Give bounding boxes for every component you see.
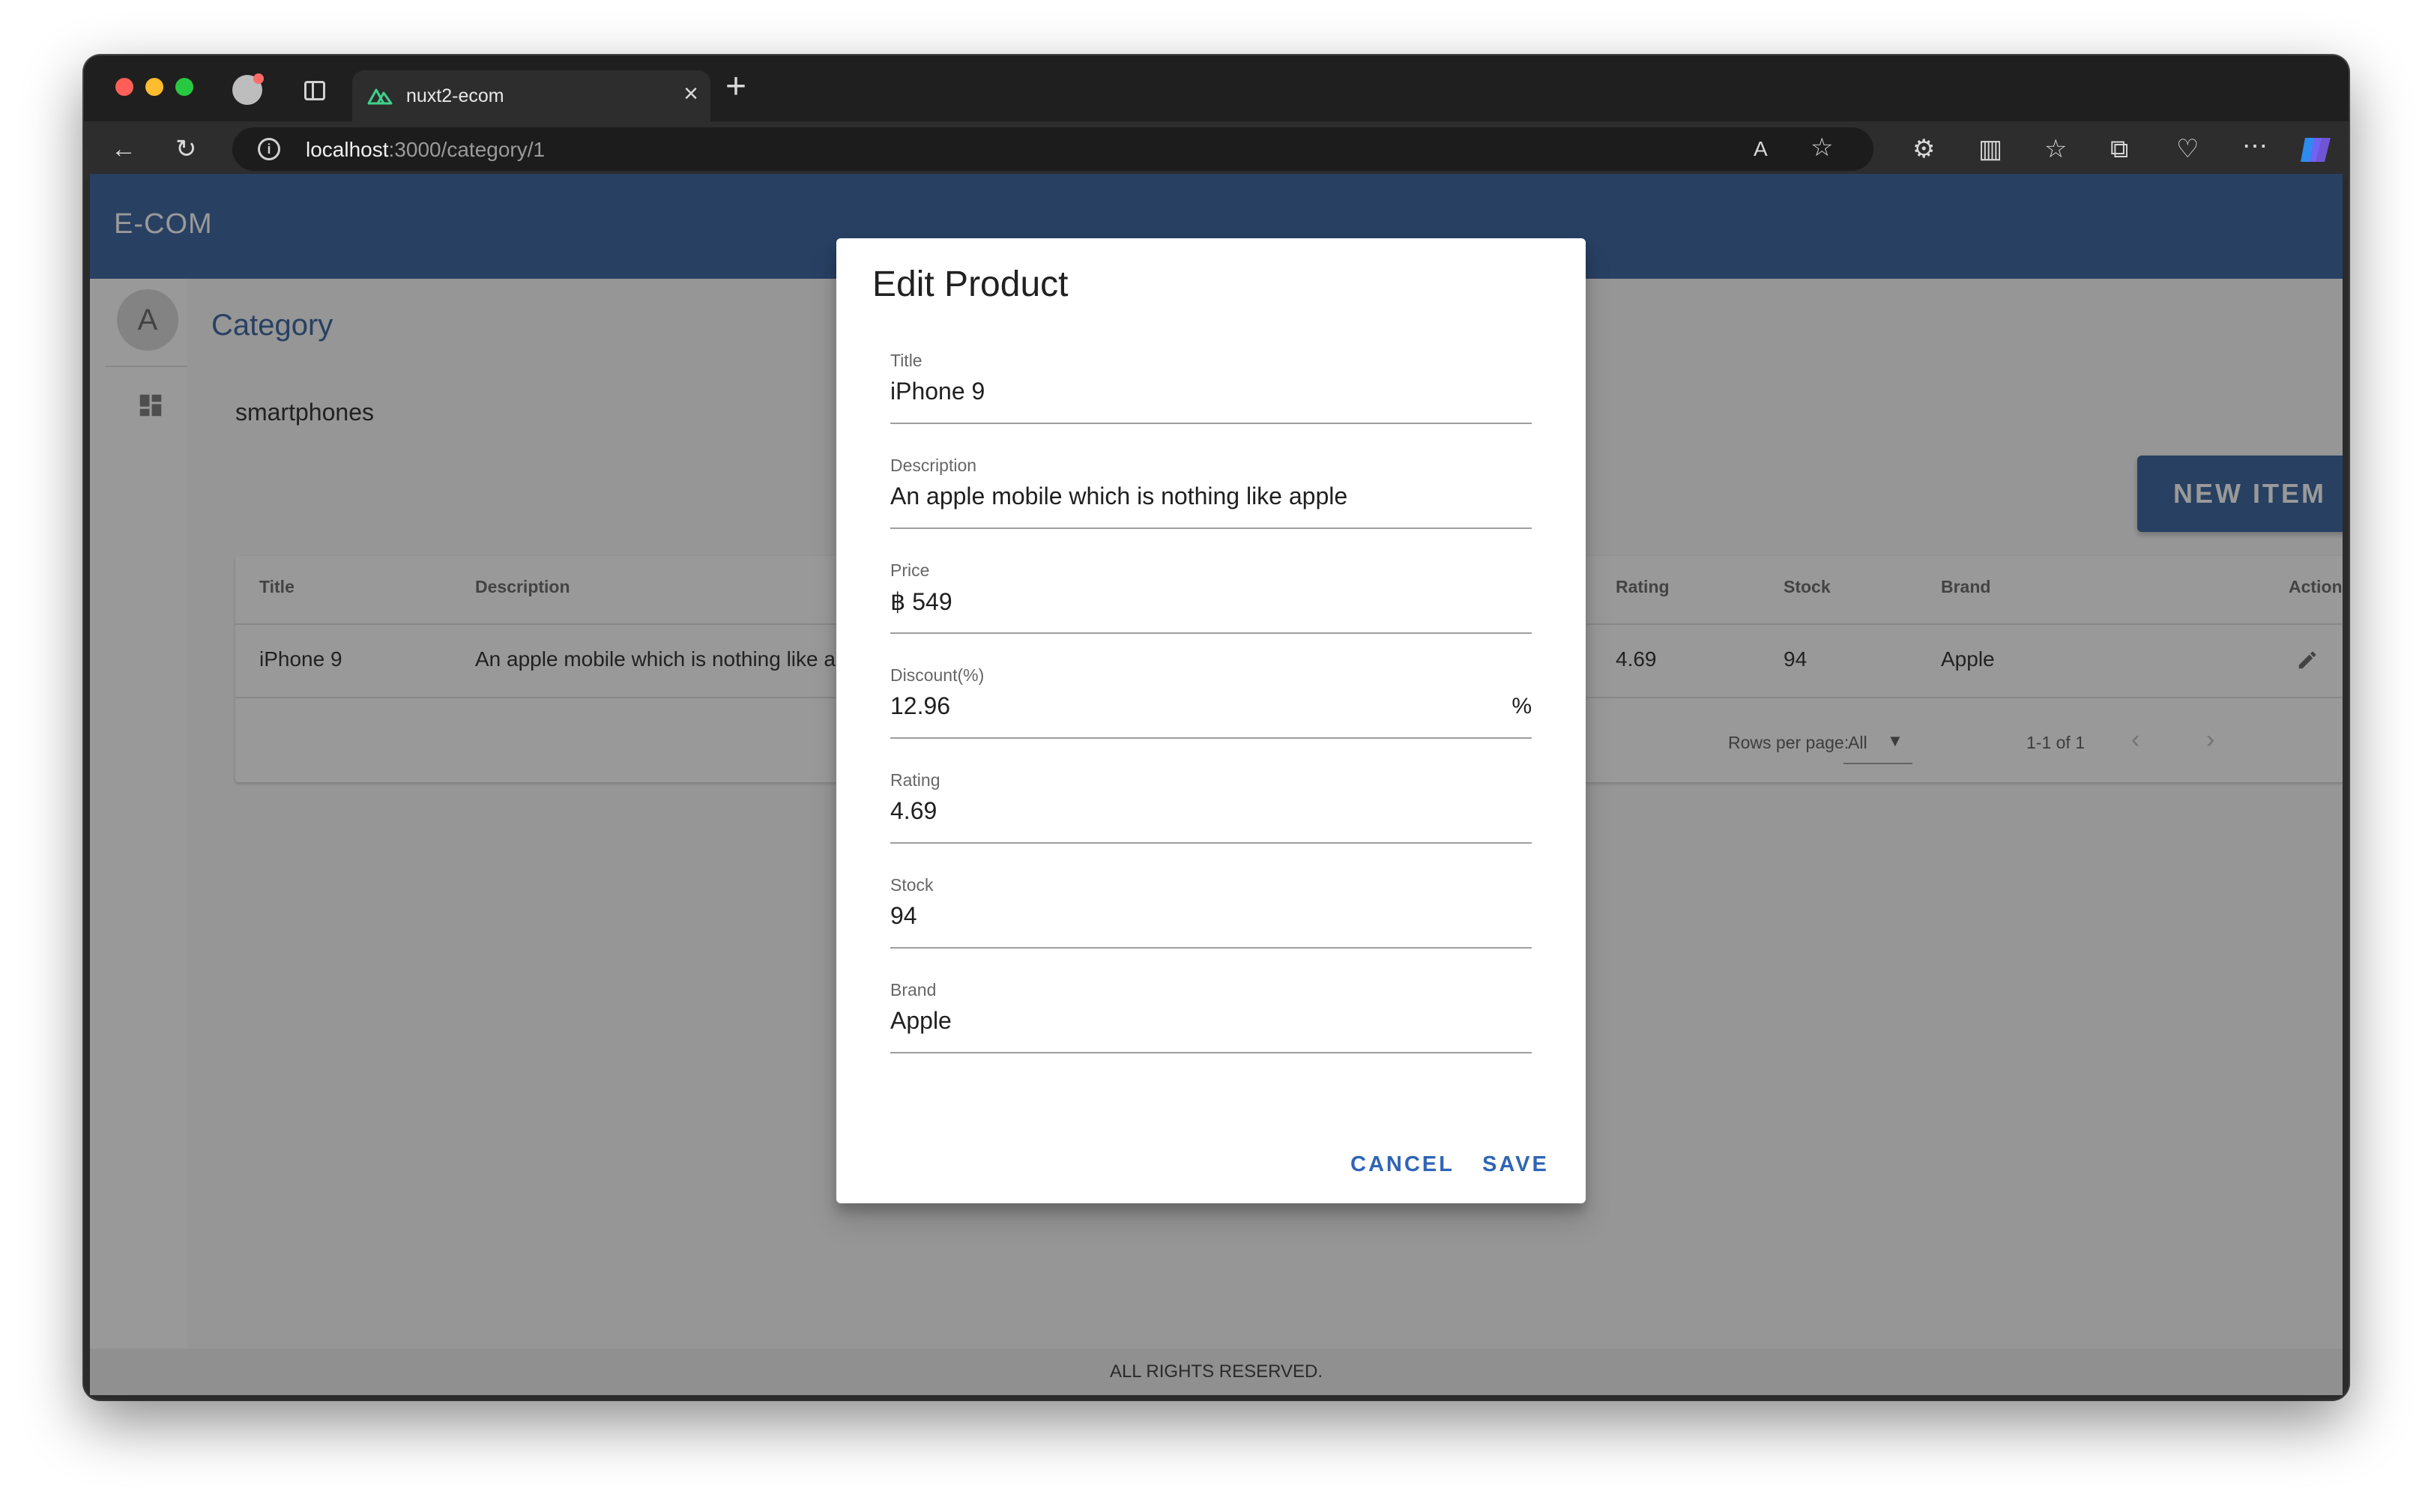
read-aloud-icon[interactable]: A [1754,136,1768,162]
dialog-title: Edit Product [872,264,1069,304]
site-info-icon[interactable]: i [258,138,280,160]
favorites-icon[interactable]: ☆ [2044,136,2067,162]
price-field-label: Price [890,560,930,580]
price-field[interactable]: Price ฿ 549 [890,560,1532,634]
edit-product-dialog: Edit Product Title iPhone 9 Description … [836,238,1586,1203]
browser-window: nuxt2-ecom × + ← ↻ i localhost:3000/cate… [84,55,2349,1400]
description-field-label: Description [890,456,977,475]
discount-field[interactable]: Discount(%) 12.96 % [890,665,1532,739]
maximize-window-button[interactable] [175,78,193,96]
cancel-button[interactable]: CANCEL [1350,1152,1455,1177]
reload-icon[interactable]: ↻ [175,136,197,162]
browser-tab[interactable]: nuxt2-ecom × [352,70,710,121]
description-field[interactable]: Description An apple mobile which is not… [890,456,1532,529]
browser-essentials-icon[interactable]: ♡ [2176,136,2199,162]
favorite-star-icon[interactable]: ☆ [1811,135,1833,160]
address-bar[interactable]: i localhost:3000/category/1 A ☆ [232,127,1873,171]
close-window-button[interactable] [115,78,133,96]
brand-field-label: Brand [890,980,937,1000]
discount-field-label: Discount(%) [890,665,985,685]
close-tab-icon[interactable]: × [683,81,698,106]
title-field[interactable]: Title iPhone 9 [890,351,1532,424]
tab-strip: nuxt2-ecom × + [84,55,2349,121]
save-button[interactable]: SAVE [1482,1152,1549,1177]
split-screen-icon[interactable]: ▥ [1978,136,2002,162]
url-text: localhost:3000/category/1 [306,138,546,161]
title-field-label: Title [890,351,922,370]
more-menu-icon[interactable]: ⋯ [2242,133,2268,159]
stock-field-label: Stock [890,875,934,895]
brand-field-value: Apple [890,1007,952,1034]
stock-field-value: 94 [890,902,917,929]
price-field-value: ฿ 549 [890,588,952,615]
back-icon[interactable]: ← [111,136,136,162]
discount-field-value: 12.96 [890,692,951,719]
description-field-value: An apple mobile which is nothing like ap… [890,483,1348,509]
browser-toolbar: ← ↻ i localhost:3000/category/1 A ☆ ⚙ ▥ … [84,121,2349,178]
stock-field[interactable]: Stock 94 [890,875,1532,949]
brand-field[interactable]: Brand Apple [890,980,1532,1053]
minimize-window-button[interactable] [145,78,163,96]
tab-title: nuxt2-ecom [406,85,504,106]
new-tab-icon[interactable]: + [725,69,746,105]
discount-suffix: % [1512,694,1532,719]
tab-actions-icon[interactable] [304,81,325,100]
rating-field-value: 4.69 [890,797,937,824]
collections-icon[interactable]: ⧉ [2110,136,2128,162]
rating-field[interactable]: Rating 4.69 [890,770,1532,844]
nuxt-favicon-icon [367,88,393,105]
copilot-icon[interactable] [2299,135,2332,165]
extensions-icon[interactable]: ⚙ [1912,136,1935,162]
rating-field-label: Rating [890,770,940,790]
profile-icon[interactable] [232,73,264,105]
title-field-value: iPhone 9 [890,378,985,405]
